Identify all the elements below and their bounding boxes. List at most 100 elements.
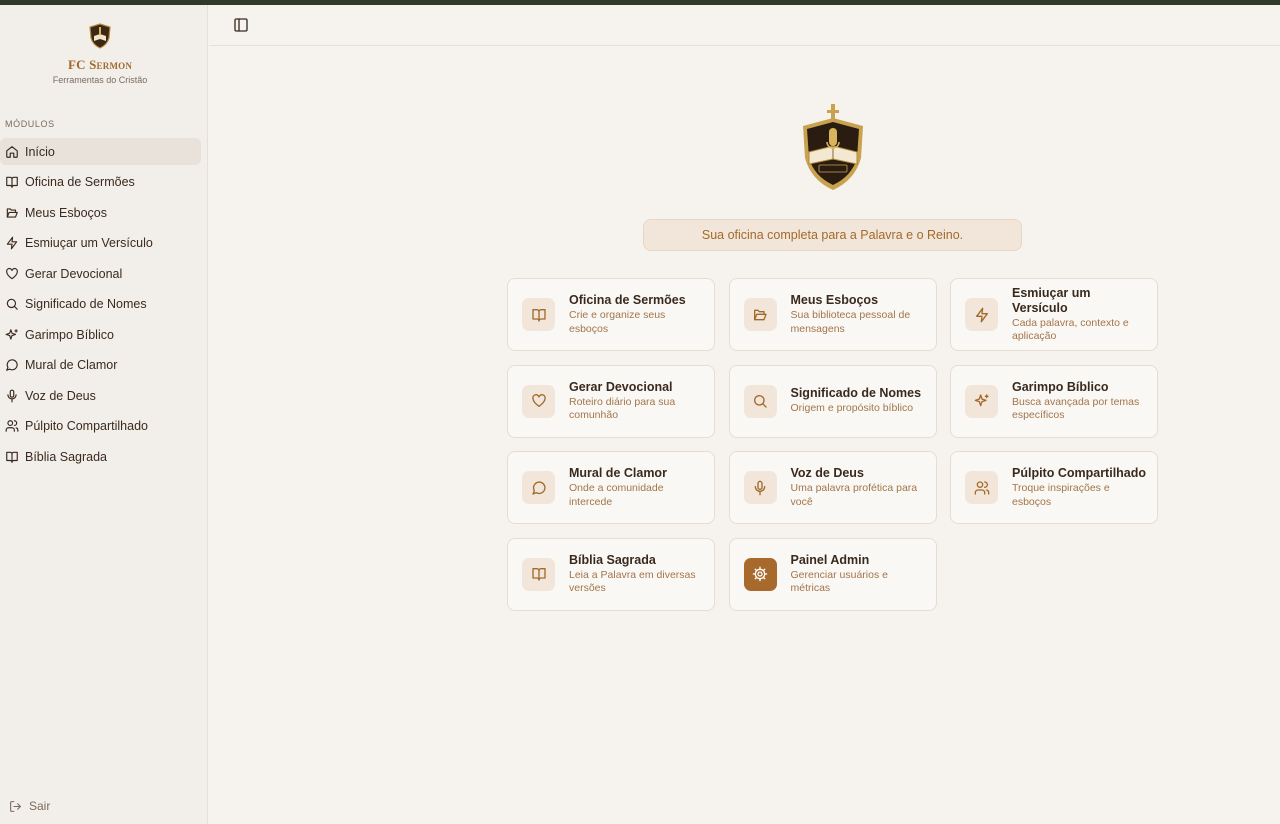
module-card-mural-de-clamor[interactable]: Mural de Clamor Onde a comunidade interc… xyxy=(507,451,715,524)
modules-grid: Oficina de Sermões Crie e organize seus … xyxy=(507,278,1158,611)
card-icon-box xyxy=(965,384,998,418)
sidebar-item-label: Meus Esboços xyxy=(25,205,107,220)
book-open-icon xyxy=(6,451,18,463)
sidebar: FC Sermon Ferramentas do Cristão MÓDULOS… xyxy=(0,5,208,824)
module-card-meus-esbocos[interactable]: Meus Esboços Sua biblioteca pessoal de m… xyxy=(728,278,937,351)
settings-icon xyxy=(752,566,768,582)
sidebar-item-voz-de-deus[interactable]: Voz de Deus xyxy=(0,382,201,409)
sidebar-item-label: Bíblia Sagrada xyxy=(25,449,108,464)
card-icon-box xyxy=(522,557,555,591)
card-title: Garimpo Bíblico xyxy=(1012,379,1109,394)
sidebar-item-label: Mural de Clamor xyxy=(25,358,118,372)
card-description: Troque inspirações e esboços xyxy=(1012,482,1110,508)
sidebar-item-inicio[interactable]: Início xyxy=(0,138,201,165)
card-icon-box xyxy=(743,298,777,331)
sidebar-item-significado-de-nomes[interactable]: Significado de Nomes xyxy=(0,291,201,318)
card-icon-box xyxy=(965,471,998,504)
sidebar-item-label: Voz de Deus xyxy=(25,388,96,403)
mic-icon xyxy=(7,389,17,402)
hero-shield-logo xyxy=(803,104,863,190)
card-description: Origem e propósito bíblico xyxy=(790,402,914,415)
sidebar-item-garimpo-biblico[interactable]: Garimpo Bíblico xyxy=(0,321,201,348)
module-card-garimpo-biblico[interactable]: Garimpo Bíblico Busca avançada por temas… xyxy=(950,364,1158,438)
zap-icon xyxy=(6,236,18,250)
card-icon-box xyxy=(743,471,777,504)
module-card-significado-de-nomes[interactable]: Significado de Nomes Origem e propósito … xyxy=(728,364,937,438)
card-title: Esmiuçar um Versículo xyxy=(1012,285,1091,315)
sidebar-item-meus-esbocos[interactable]: Meus Esboços xyxy=(0,199,201,226)
sidebar-item-mural-de-clamor[interactable]: Mural de Clamor xyxy=(0,352,201,379)
tagline-banner: Sua oficina completa para a Palavra e o … xyxy=(643,219,1022,251)
module-card-biblia-sagrada[interactable]: Bíblia Sagrada Leia a Palavra em diversa… xyxy=(507,537,715,611)
module-card-voz-de-deus[interactable]: Voz de Deus Uma palavra profética para v… xyxy=(728,451,937,524)
sparkles-icon xyxy=(5,328,18,340)
module-card-gerar-devocional[interactable]: Gerar Devocional Roteiro diário para sua… xyxy=(507,364,715,438)
card-icon-box xyxy=(522,384,555,418)
sidebar-item-biblia-sagrada[interactable]: Bíblia Sagrada xyxy=(0,443,201,470)
card-description: Crie e organize seus esboços xyxy=(569,309,666,335)
logout-label: Sair xyxy=(29,799,51,813)
module-card-esmiucar-versiculo[interactable]: Esmiuçar um Versículo Cada palavra, cont… xyxy=(950,278,1158,351)
sidebar-item-gerar-devocional[interactable]: Gerar Devocional xyxy=(0,260,201,287)
book-open-icon xyxy=(531,308,546,322)
module-card-oficina-de-sermoes[interactable]: Oficina de Sermões Crie e organize seus … xyxy=(507,278,715,351)
home-icon xyxy=(6,145,18,158)
card-description: Sua biblioteca pessoal de mensagens xyxy=(790,309,911,335)
sidebar-item-label: Início xyxy=(25,144,55,159)
sidebar-toggle-icon[interactable] xyxy=(233,17,249,33)
card-icon-box xyxy=(965,298,998,331)
brand-shield-logo xyxy=(89,23,111,49)
folder-open-icon xyxy=(6,207,18,218)
module-card-painel-admin[interactable]: Painel Admin Gerenciar usuários e métric… xyxy=(728,537,937,611)
card-title: Oficina de Sermões xyxy=(569,293,686,307)
message-circle-icon xyxy=(531,480,546,495)
card-title: Meus Esboços xyxy=(790,293,879,307)
sidebar-item-label: Esmiuçar um Versículo xyxy=(25,236,153,250)
card-description: Roteiro diário para sua comunhão xyxy=(569,395,676,422)
card-title: Painel Admin xyxy=(790,552,870,567)
card-title: Voz de Deus xyxy=(790,466,864,480)
search-icon xyxy=(6,298,18,310)
card-description: Gerenciar usuários e métricas xyxy=(790,568,888,595)
sidebar-item-pulpito-compartilhado[interactable]: Púlpito Compartilhado xyxy=(0,413,201,440)
sidebar-item-label: Oficina de Sermões xyxy=(25,175,135,189)
sidebar-nav: Início Oficina de Sermões Meus Esboços E… xyxy=(0,138,201,474)
brand-title: FC Sermon xyxy=(67,57,133,72)
sparkles-icon xyxy=(974,394,989,407)
book-open-icon xyxy=(531,568,546,581)
card-title: Púlpito Compartilhado xyxy=(1012,466,1147,480)
logout-button[interactable]: Sair xyxy=(9,799,50,813)
card-title: Bíblia Sagrada xyxy=(569,552,656,567)
folder-open-icon xyxy=(754,309,767,320)
card-icon-box xyxy=(743,557,777,591)
sidebar-item-label: Gerar Devocional xyxy=(25,266,123,281)
message-circle-icon xyxy=(6,359,18,371)
log-out-icon xyxy=(10,800,21,812)
mic-icon xyxy=(754,480,766,495)
sidebar-item-esmiucar-versiculo[interactable]: Esmiuçar um Versículo xyxy=(0,230,201,257)
card-icon-box xyxy=(743,384,777,418)
card-title: Significado de Nomes xyxy=(790,386,922,401)
card-description: Busca avançada por temas específicos xyxy=(1012,395,1140,422)
card-icon-box xyxy=(522,471,555,504)
modules-section-label: MÓDULOS xyxy=(5,119,55,129)
heart-icon xyxy=(531,394,546,407)
search-icon xyxy=(754,395,767,408)
heart-icon xyxy=(6,267,18,279)
card-title: Gerar Devocional xyxy=(569,379,673,394)
sidebar-item-oficina-de-sermoes[interactable]: Oficina de Sermões xyxy=(0,169,201,196)
card-description: Onde a comunidade intercede xyxy=(569,482,664,508)
card-title: Mural de Clamor xyxy=(569,466,667,480)
sidebar-item-label: Púlpito Compartilhado xyxy=(25,419,148,433)
zap-icon xyxy=(975,307,988,322)
card-description: Leia a Palavra em diversas versões xyxy=(569,568,696,595)
users-icon xyxy=(5,420,19,432)
module-card-pulpito-compartilhado[interactable]: Púlpito Compartilhado Troque inspirações… xyxy=(950,451,1158,524)
sidebar-item-label: Garimpo Bíblico xyxy=(25,327,114,342)
brand: FC Sermon Ferramentas do Cristão xyxy=(0,23,200,85)
book-open-icon xyxy=(6,176,18,188)
card-description: Cada palavra, contexto e aplicação xyxy=(1012,316,1129,343)
main-header xyxy=(209,5,1280,46)
card-icon-box xyxy=(522,298,555,331)
users-icon xyxy=(974,480,989,495)
